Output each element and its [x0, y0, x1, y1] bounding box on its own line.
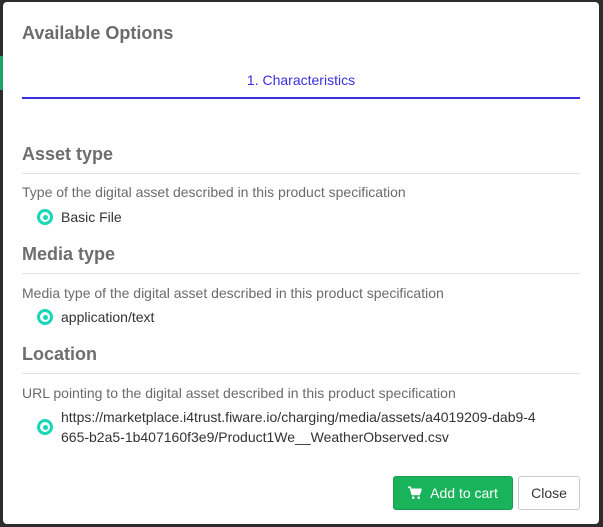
location-description: URL pointing to the digital asset descri… — [22, 385, 456, 401]
location-option[interactable]: https://marketplace.i4trust.fiware.io/ch… — [37, 407, 537, 447]
asset-type-option[interactable]: Basic File — [37, 207, 122, 227]
tab-characteristics[interactable]: 1. Characteristics — [22, 63, 580, 99]
dialog-title: Available Options — [22, 23, 174, 43]
media-type-description: Media type of the digital asset describe… — [22, 285, 444, 301]
available-options-dialog: Available Options 1. Characteristics Ass… — [3, 2, 599, 524]
media-type-option[interactable]: application/text — [37, 307, 154, 327]
asset-type-option-label: Basic File — [61, 209, 122, 225]
close-button[interactable]: Close — [518, 476, 580, 510]
location-option-label: https://marketplace.i4trust.fiware.io/ch… — [61, 409, 536, 445]
asset-type-heading: Asset type — [22, 143, 580, 174]
location-heading: Location — [22, 343, 580, 374]
media-type-heading: Media type — [22, 243, 580, 274]
radio-selected-icon[interactable] — [37, 309, 53, 325]
radio-selected-icon[interactable] — [37, 209, 53, 225]
asset-type-description: Type of the digital asset described in t… — [22, 184, 406, 200]
shopping-cart-icon — [408, 486, 422, 499]
media-type-option-label: application/text — [61, 309, 155, 325]
radio-selected-icon[interactable] — [37, 419, 53, 435]
add-to-cart-button[interactable]: Add to cart — [393, 476, 513, 510]
add-to-cart-label: Add to cart — [430, 485, 498, 501]
